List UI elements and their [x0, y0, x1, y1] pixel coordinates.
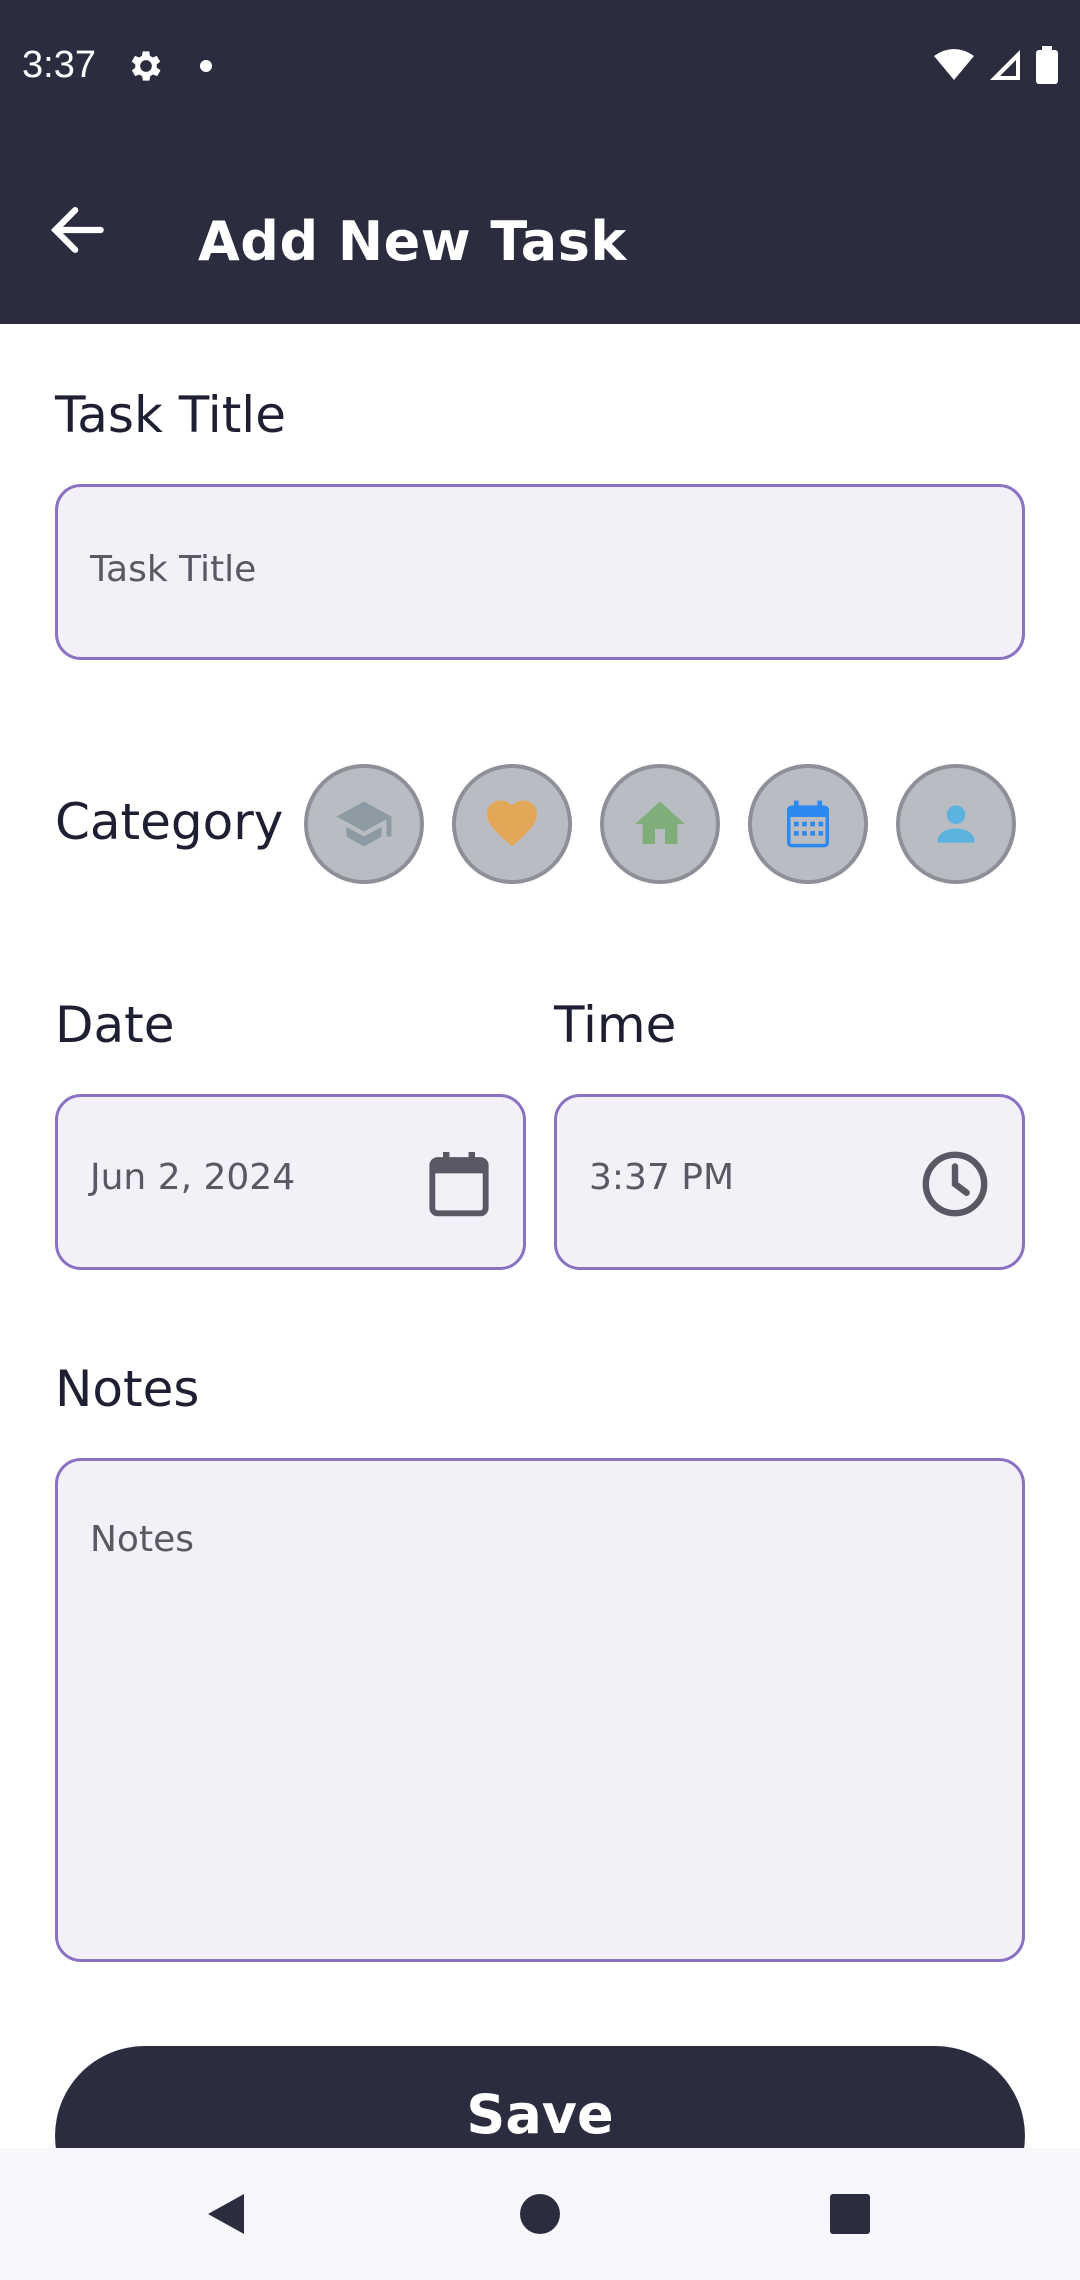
status-bar: 3:37: [0, 0, 1080, 136]
task-title-label: Task Title: [55, 386, 286, 444]
nav-back-icon: [208, 2194, 244, 2234]
app-bar: Add New Task: [0, 136, 1080, 324]
page-title: Add New Task: [198, 210, 627, 273]
category-home-button[interactable]: [600, 764, 720, 884]
wifi-icon: [934, 49, 974, 80]
category-label: Category: [55, 793, 284, 851]
task-title-input[interactable]: Task Title: [55, 484, 1025, 660]
battery-icon: [1036, 46, 1058, 84]
nav-home-button[interactable]: [512, 2186, 568, 2242]
date-value: Jun 2, 2024: [90, 1157, 296, 1198]
navigation-bar: [0, 2148, 1080, 2280]
nav-recents-icon: [830, 2194, 870, 2234]
nav-recents-button[interactable]: [822, 2186, 878, 2242]
notes-placeholder: Notes: [90, 1519, 194, 1560]
status-time: 3:37: [22, 44, 96, 86]
category-personal-button[interactable]: [896, 764, 1016, 884]
task-title-placeholder: Task Title: [90, 549, 257, 590]
settings-gear-icon: [131, 51, 161, 81]
notes-label: Notes: [55, 1360, 200, 1418]
calendar-icon: [787, 800, 829, 848]
clock-icon[interactable]: [920, 1149, 990, 1219]
notes-input[interactable]: Notes: [55, 1458, 1025, 1962]
category-education-button[interactable]: [304, 764, 424, 884]
category-calendar-button[interactable]: [748, 764, 868, 884]
heart-icon: [487, 800, 537, 847]
status-icons: [934, 46, 1058, 84]
time-label: Time: [554, 996, 677, 1054]
nav-home-icon: [520, 2194, 560, 2234]
date-label: Date: [55, 996, 175, 1054]
calendar-picker-icon[interactable]: [427, 1149, 491, 1219]
time-field[interactable]: 3:37 PM: [554, 1094, 1025, 1270]
back-arrow-icon[interactable]: [44, 196, 112, 264]
nav-back-button[interactable]: [198, 2186, 254, 2242]
home-icon: [635, 801, 685, 844]
notification-dot-icon: [200, 60, 212, 72]
time-value: 3:37 PM: [589, 1157, 735, 1198]
category-health-button[interactable]: [452, 764, 572, 884]
graduation-cap-icon: [336, 801, 392, 847]
signal-icon: [990, 50, 1020, 80]
date-field[interactable]: Jun 2, 2024: [55, 1094, 526, 1270]
person-icon: [937, 805, 975, 843]
